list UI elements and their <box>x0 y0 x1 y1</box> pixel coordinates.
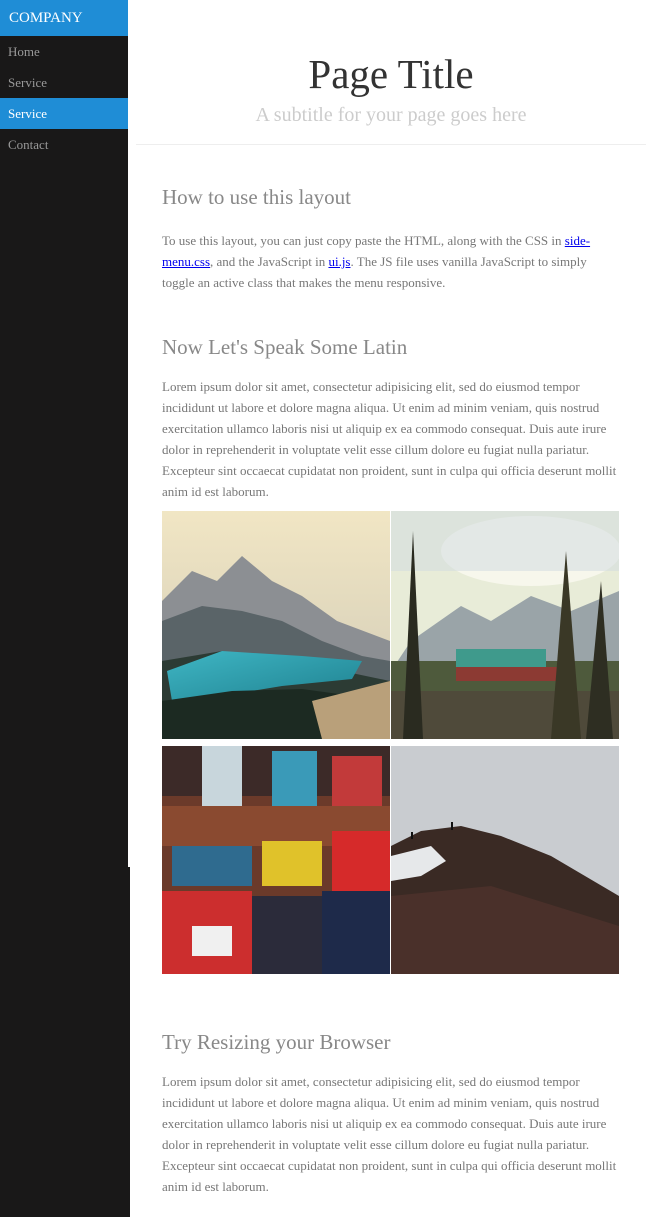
sidebar-item-home[interactable]: Home <box>0 36 128 67</box>
latin-paragraph: Lorem ipsum dolor sit amet, consectetur … <box>162 379 617 499</box>
sidebar-background <box>0 867 130 1217</box>
section-title-latin: Now Let's Speak Some Latin <box>162 335 408 359</box>
usage-text: , and the JavaScript in <box>210 254 329 269</box>
section-title-resize: Try Resizing your Browser <box>162 1030 391 1054</box>
resize-paragraph: Lorem ipsum dolor sit amet, consectetur … <box>162 1074 617 1194</box>
page-title: Page Title <box>308 51 474 97</box>
sidebar-item-service-active[interactable]: Service <box>0 98 128 129</box>
rocky-hill-photo <box>391 746 619 974</box>
mountain-lake-photo <box>162 511 390 739</box>
photo-grid <box>162 511 619 974</box>
page-subtitle: A subtitle for your page goes here <box>255 104 527 126</box>
usage-paragraph: To use this layout, you can just copy pa… <box>162 230 620 293</box>
forest-river-photo <box>391 511 619 739</box>
clothing-shop-photo <box>162 746 390 974</box>
sidebar-item-service[interactable]: Service <box>0 67 128 98</box>
brand-link[interactable]: COMPANY <box>0 0 128 36</box>
sidebar-menu: COMPANY Home Service Service Contact <box>0 0 128 160</box>
page-header: Page Title A subtitle for your page goes… <box>136 0 646 145</box>
js-file-link[interactable]: ui.js <box>328 254 350 269</box>
sidebar-item-contact[interactable]: Contact <box>0 129 128 160</box>
usage-text: To use this layout, you can just copy pa… <box>162 233 565 248</box>
sidebar-background <box>0 330 128 867</box>
section-title-usage: How to use this layout <box>162 185 351 209</box>
